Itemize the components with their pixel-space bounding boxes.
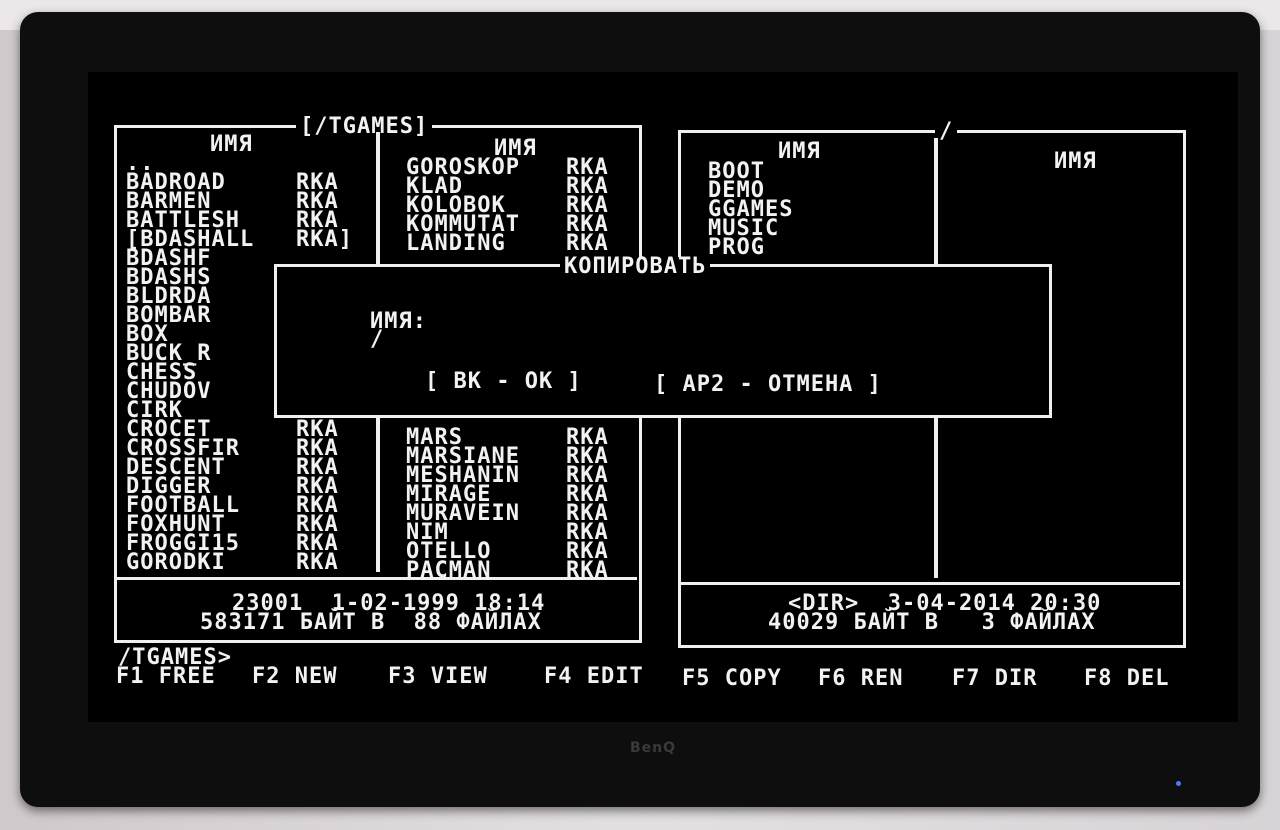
directory-entry[interactable]: PROG bbox=[708, 237, 793, 259]
function-key-f3[interactable]: F3 VIEW bbox=[388, 664, 488, 689]
function-key-number: F7 bbox=[952, 666, 981, 691]
function-key-f5[interactable]: F5 COPY bbox=[682, 666, 782, 691]
left-col2-file-list-top: GOROSKOP RKA KLAD RKA KOLOBOK RKA KOMMUTAT RKA L… bbox=[406, 157, 608, 256]
function-key-number: F1 bbox=[116, 664, 145, 689]
right-col2-header: ИМЯ bbox=[1054, 149, 1097, 174]
function-key-number: F4 bbox=[544, 664, 573, 689]
power-led bbox=[1176, 781, 1181, 786]
function-key-number: F8 bbox=[1084, 666, 1113, 691]
copy-dialog-ok-button[interactable]: [ ВК - ОК ] bbox=[425, 371, 582, 393]
left-col1-file-list: .. BADROAD RKA BARMEN RKA BATTLESH RKA [BDASHAL… bbox=[126, 153, 352, 575]
file-extension: RKA bbox=[566, 231, 609, 256]
file-extension: RKA bbox=[296, 550, 339, 575]
function-key-label: COPY bbox=[710, 666, 782, 691]
file-entry[interactable]: PACMAN RKA bbox=[406, 558, 608, 583]
function-key-label: DEL bbox=[1112, 666, 1170, 691]
left-info-line2: 583171 БАЙТ В 88 ФАЙЛАХ bbox=[200, 610, 542, 635]
left-col1-header: ИМЯ bbox=[210, 132, 253, 157]
function-key-label: FREE bbox=[144, 664, 216, 689]
right-panel-title: / bbox=[935, 121, 958, 143]
monitor-brand-logo: BenQ bbox=[630, 740, 677, 756]
file-entry[interactable]: LANDING RKA bbox=[406, 231, 608, 256]
copy-dialog-cancel-button[interactable]: [ АР2 - ОТМЕНА ] bbox=[654, 374, 882, 396]
file-name: GORODKI bbox=[126, 550, 226, 575]
function-key-number: F6 bbox=[818, 666, 847, 691]
monitor-bezel: BenQ [/TGAMES] ИМЯ ИМЯ .. BADROAD RKA BARME… bbox=[20, 12, 1260, 807]
function-key-f2[interactable]: F2 NEW bbox=[252, 664, 338, 689]
file-extension: RKA bbox=[566, 558, 609, 583]
function-key-label: REN bbox=[846, 666, 904, 691]
terminal-screen: [/TGAMES] ИМЯ ИМЯ .. BADROAD RKA BARMEN RKA B… bbox=[88, 72, 1238, 722]
function-key-f1[interactable]: F1 FREE bbox=[116, 664, 216, 689]
function-key-f7[interactable]: F7 DIR bbox=[952, 666, 1038, 691]
left-panel-title: [/TGAMES] bbox=[296, 116, 433, 138]
function-key-label: DIR bbox=[980, 666, 1038, 691]
function-key-number: F2 bbox=[252, 664, 281, 689]
function-key-label: VIEW bbox=[416, 664, 488, 689]
file-name: LANDING bbox=[406, 231, 506, 256]
file-name: PACMAN bbox=[406, 558, 492, 583]
copy-dialog-name-input[interactable]: / bbox=[370, 329, 384, 351]
file-entry[interactable]: GORODKI RKA bbox=[126, 550, 338, 575]
right-col1-header: ИМЯ bbox=[778, 139, 821, 164]
copy-dialog-title: КОПИРОВАТЬ bbox=[560, 256, 711, 278]
right-panel-info-separator bbox=[680, 582, 1180, 585]
function-key-label: EDIT bbox=[572, 664, 644, 689]
right-info-line2: 40029 БАЙТ В 3 ФАЙЛАХ bbox=[768, 610, 1096, 635]
function-key-number: F5 bbox=[682, 666, 711, 691]
file-extension: RKA] bbox=[296, 227, 353, 252]
right-col1-file-list: BOOT DEMO GGAMES MUSIC PROG bbox=[708, 161, 793, 259]
function-key-f6[interactable]: F6 REN bbox=[818, 666, 904, 691]
function-key-label: NEW bbox=[280, 664, 338, 689]
function-key-number: F3 bbox=[388, 664, 417, 689]
function-key-f4[interactable]: F4 EDIT bbox=[544, 664, 644, 689]
left-col2-file-list-bottom: MARS RKA MARSIANE RKA MESHANIN RKA MIRAGE RKA MU… bbox=[406, 427, 608, 583]
left-panel-info-separator bbox=[116, 577, 637, 580]
function-key-f8[interactable]: F8 DEL bbox=[1084, 666, 1170, 691]
